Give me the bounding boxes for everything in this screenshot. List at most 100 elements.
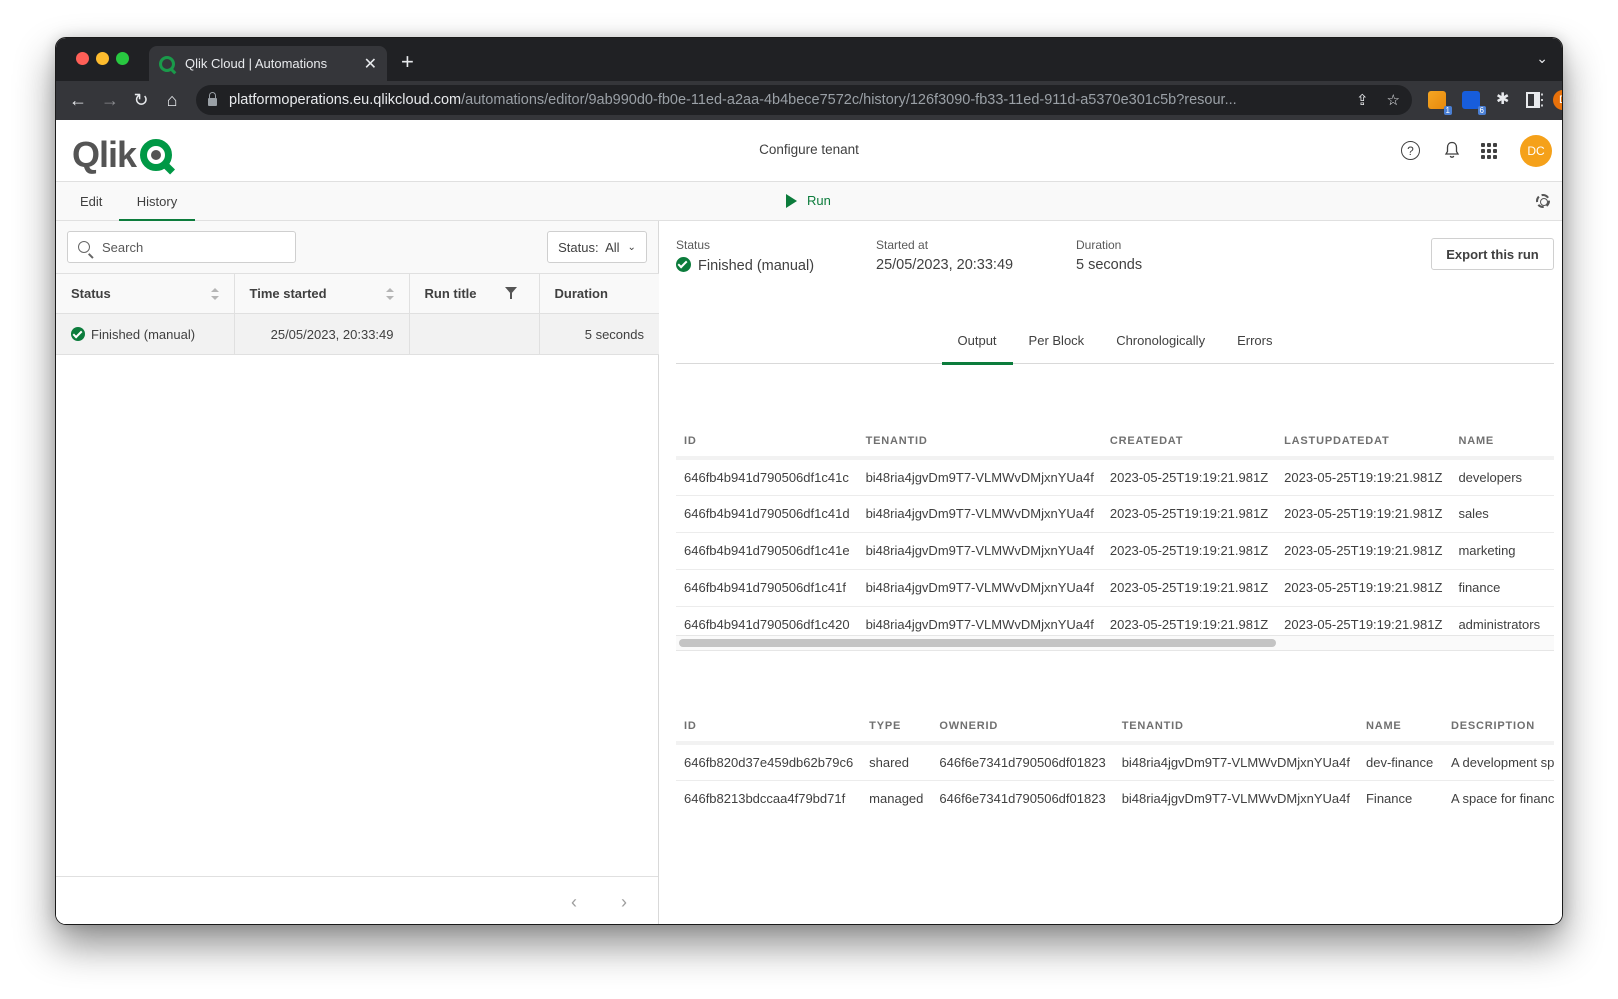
next-page-icon[interactable]: › (621, 892, 627, 913)
back-arrow-icon[interactable]: ← (66, 88, 90, 112)
output-table: ID TYPE OWNERID TENANTID NAME DESCRIPTION 646f… (676, 710, 1554, 817)
column-header: OWNERID (931, 710, 1114, 745)
table-row[interactable]: Finished (manual) 25/05/2023, 20:33:49 5… (56, 313, 659, 355)
browser-menu-icon[interactable]: ⋮ (1534, 90, 1550, 110)
column-header-status[interactable]: Status (56, 273, 235, 314)
run-label: Run (807, 193, 831, 208)
table-cell: marketing (1450, 532, 1551, 570)
browser-profile-avatar[interactable]: D (1553, 90, 1562, 110)
cell-run-title[interactable] (409, 313, 540, 355)
tab-history[interactable]: History (119, 182, 195, 221)
duration-value: 5 seconds (1076, 257, 1143, 273)
table-cell: 2023-05-25T19:19:21.981Z (1276, 458, 1451, 496)
column-header-time-started[interactable]: Time started (234, 273, 410, 314)
tab-close-icon[interactable]: ✕ (364, 54, 377, 74)
apps-grid-icon[interactable] (1481, 143, 1497, 159)
tab-errors[interactable]: Errors (1221, 321, 1288, 364)
forward-arrow-icon[interactable]: → (98, 88, 122, 112)
column-header: TYPE (861, 710, 932, 745)
tab-per-block[interactable]: Per Block (1013, 321, 1101, 364)
cell-time-started[interactable]: 25/05/2023, 20:33:49 (234, 313, 410, 355)
table-cell: developers (1450, 458, 1551, 496)
export-run-button[interactable]: Export this run (1431, 238, 1554, 270)
help-icon[interactable]: ? (1401, 141, 1420, 160)
column-header-duration[interactable]: Duration (539, 273, 659, 314)
started-value: 25/05/2023, 20:33:49 (876, 257, 1014, 273)
status-filter-dropdown[interactable]: Status: All ⌄ (547, 231, 647, 263)
user-avatar[interactable]: DC (1520, 135, 1552, 167)
maximize-window-button[interactable] (116, 52, 129, 65)
run-history-panel: Status: All ⌄ Status Time started Run ti… (56, 221, 659, 924)
minimize-window-button[interactable] (96, 52, 109, 65)
table-cell: 2023-05-25T19:19:21.981Z (1101, 495, 1277, 533)
settings-gear-icon[interactable] (1536, 194, 1550, 208)
search-input[interactable] (102, 239, 282, 255)
bitwarden-extension-icon[interactable]: 6 (1462, 91, 1486, 115)
column-header: TENANTID (857, 425, 1102, 460)
column-header: ID (676, 425, 858, 460)
table-cell: 2023-05-25T19:19:21.981Z (1101, 569, 1277, 607)
filter-funnel-icon[interactable] (504, 287, 517, 299)
column-label: Run title (424, 286, 477, 301)
browser-tab[interactable]: Qlik Cloud | Automations ✕ (149, 46, 387, 81)
reload-icon[interactable]: ↻ (129, 88, 153, 112)
previous-page-icon[interactable]: ‹ (571, 892, 577, 913)
notifications-bell-icon[interactable] (1441, 139, 1463, 161)
check-circle-icon (71, 326, 85, 341)
column-label: Time started (249, 286, 327, 301)
cell-status[interactable]: Finished (manual) (56, 313, 235, 355)
column-header: LASTUPDATEDAT (1276, 425, 1451, 460)
tab-strip: Qlik Cloud | Automations ✕ + ⌄ (56, 38, 1562, 81)
scrollbar-thumb[interactable] (679, 639, 1277, 647)
table-cell: a (1550, 458, 1554, 496)
cell-duration[interactable]: 5 seconds (539, 313, 659, 355)
rss-extension-badge: 1 (1443, 106, 1452, 115)
address-bar[interactable]: platformoperations.eu.qlikcloud.com /aut… (196, 85, 1412, 115)
page-title: Configure tenant (759, 142, 859, 157)
new-tab-button[interactable]: + (401, 49, 414, 75)
table-row: 646fb8213bdccaa4f79bd71f managed 646f6e734… (676, 780, 1554, 817)
tab-chronologically[interactable]: Chronologically (1100, 321, 1221, 364)
editor-subbar: Edit History Run (56, 182, 1562, 221)
run-status: Status Finished (manual) (676, 238, 814, 274)
column-header: CREATEDAT (1101, 425, 1277, 460)
table-cell: 646fb4b941d790506df1c41e (676, 532, 858, 570)
home-icon[interactable]: ⌂ (160, 88, 184, 112)
run-button[interactable]: Run (786, 193, 831, 208)
status-label: Status (676, 238, 711, 252)
column-header: TENANTID (1113, 710, 1358, 745)
bookmark-star-icon[interactable]: ☆ (1387, 91, 1400, 109)
status-text: Finished (manual) (91, 326, 196, 342)
share-icon[interactable]: ⇪ (1356, 91, 1369, 109)
bitwarden-extension-badge: 6 (1477, 106, 1486, 115)
rss-extension-icon[interactable]: 1 (1428, 91, 1452, 115)
search-box[interactable] (67, 231, 296, 263)
column-header: S (1550, 425, 1554, 460)
close-window-button[interactable] (76, 52, 89, 65)
table-row: 646fb4b941d790506df1c41d bi48ria4jgvDm9T7… (676, 495, 1554, 533)
run-started-at: Started at 25/05/2023, 20:33:49 (876, 238, 1013, 273)
run-history-table: Status Time started Run title Duration F… (56, 273, 659, 355)
history-filter-bar: Status: All ⌄ (56, 221, 658, 273)
horizontal-scrollbar[interactable] (676, 635, 1554, 651)
spaces-output-table: ID TYPE OWNERID TENANTID NAME DESCRIPTION 646f… (676, 710, 1554, 817)
column-header: ID (676, 710, 862, 745)
browser-toolbar: ← → ↻ ⌂ platformoperations.eu.qlikcloud.… (56, 81, 1562, 120)
column-label: Duration (554, 286, 608, 301)
play-icon (786, 193, 797, 208)
tab-search-chevron-icon[interactable]: ⌄ (1536, 50, 1548, 67)
column-header-run-title[interactable]: Run title (409, 273, 540, 314)
sort-icon[interactable] (385, 288, 394, 300)
app-header: Qlik Configure tenant ? DC (56, 120, 1562, 182)
extensions-puzzle-icon[interactable]: ✱ (1496, 89, 1514, 108)
table-cell: bi48ria4jgvDm9T7-VLMWvDMjxnYUa4f (857, 532, 1102, 570)
search-icon (78, 241, 90, 253)
sort-icon[interactable] (210, 288, 219, 300)
table-cell: A space for finance (1450, 791, 1554, 807)
check-circle-icon (676, 257, 691, 272)
tab-edit[interactable]: Edit (64, 182, 118, 221)
table-cell: 646f6e7341d790506df01823 (931, 743, 1114, 781)
tab-output[interactable]: Output (941, 321, 1013, 365)
column-header: NAME (1357, 710, 1443, 745)
status-value-row: Finished (manual) (676, 257, 814, 274)
